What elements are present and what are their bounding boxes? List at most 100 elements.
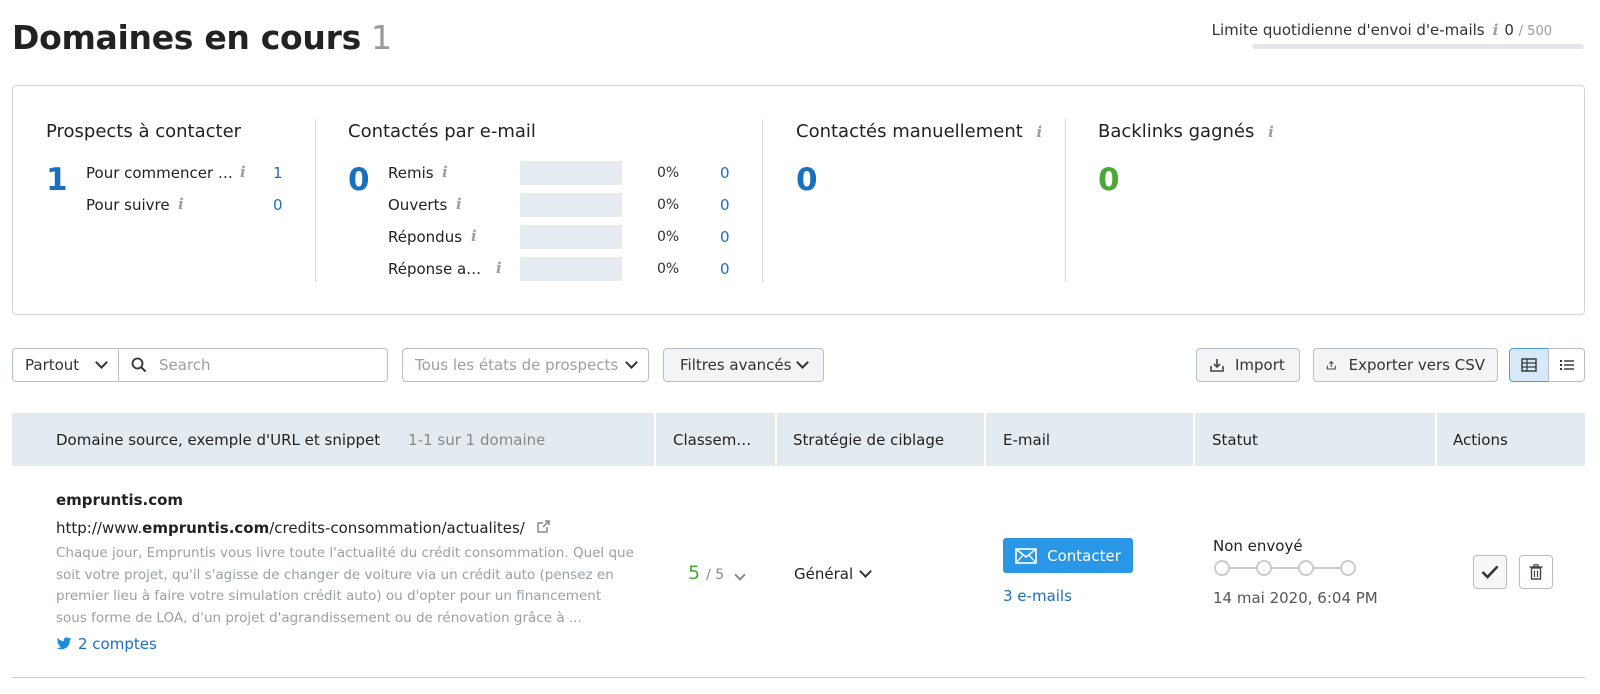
advanced-filters-button[interactable]: Filtres avancés <box>663 348 824 382</box>
backlinks-title-text: Backlinks gagnés <box>1098 121 1255 142</box>
social-accounts-link[interactable]: 2 comptes <box>56 635 157 653</box>
url-domain: empruntis.com <box>142 519 270 537</box>
divider <box>775 413 777 466</box>
info-icon[interactable]: i <box>1268 123 1274 141</box>
rank-selector[interactable]: 5 / 5 <box>688 562 746 584</box>
trash-icon <box>1529 564 1543 580</box>
opened-value[interactable]: 0 <box>720 196 730 214</box>
auto-reply-percent: 0% <box>657 261 680 277</box>
scope-dropdown-label: Partout <box>25 356 80 374</box>
chevron-down-icon <box>734 569 746 581</box>
prospects-total[interactable]: 1 <box>46 162 68 198</box>
manual-total[interactable]: 0 <box>796 162 818 198</box>
daily-email-limit: Limite quotidienne d'envoi d'e-mails i 0 /… <box>1211 21 1552 39</box>
column-actions: Actions <box>1453 430 1508 449</box>
import-label: Import <box>1235 356 1285 374</box>
stat-label-start: Pour commencer … <box>86 164 233 182</box>
info-icon[interactable]: i <box>178 195 184 213</box>
status-progress-line <box>1228 567 1342 569</box>
status-step <box>1214 560 1230 576</box>
replied-percent: 0% <box>657 229 680 245</box>
info-icon[interactable]: i <box>442 163 448 181</box>
url-prefix: http://www. <box>56 519 143 537</box>
page-title: Domaines en cours 1 <box>12 18 392 57</box>
export-csv-button[interactable]: Exporter vers CSV <box>1313 348 1498 382</box>
prospects-title: Prospects à contacter <box>46 121 242 142</box>
import-button[interactable]: Import <box>1196 348 1300 382</box>
column-email[interactable]: E-mail <box>1003 413 1050 466</box>
stat-label-followup: Pour suivre <box>86 196 170 214</box>
emails-link[interactable]: 3 e-mails <box>1003 587 1072 605</box>
daily-limit-used: 0 <box>1504 21 1514 39</box>
prospect-states-label: Tous les états de prospects <box>415 356 619 374</box>
upload-icon <box>1326 360 1336 370</box>
strategy-label: Général <box>794 565 854 583</box>
auto-reply-progress-bar <box>520 257 622 281</box>
stat-value-followup[interactable]: 0 <box>273 196 283 214</box>
row-url[interactable]: http://www.empruntis.com/credits-consomm… <box>56 519 551 537</box>
manual-title-text: Contactés manuellement <box>796 121 1023 142</box>
divider <box>654 413 656 466</box>
column-status[interactable]: Statut <box>1212 413 1258 466</box>
mark-done-button[interactable] <box>1473 555 1507 589</box>
search-input[interactable]: Search <box>118 348 388 382</box>
chevron-down-icon <box>95 356 108 369</box>
info-icon[interactable]: i <box>240 163 246 181</box>
column-rank[interactable]: Classem… <box>673 413 751 466</box>
rank-value: 5 <box>688 562 701 584</box>
status-step <box>1340 560 1356 576</box>
url-path: /credits-consommation/actualites/ <box>269 519 525 537</box>
stat-value-start[interactable]: 1 <box>273 164 283 182</box>
divider <box>762 119 763 282</box>
status-date: 14 mai 2020, 6:04 PM <box>1213 589 1378 607</box>
info-icon[interactable]: i <box>456 195 462 213</box>
email-label-replied: Répondus <box>388 228 463 246</box>
list-icon <box>1559 360 1574 370</box>
column-source-label: Domaine source, exemple d'URL et snippet <box>56 430 381 449</box>
info-icon[interactable]: i <box>1037 123 1043 141</box>
auto-reply-value[interactable]: 0 <box>720 260 730 278</box>
contact-button[interactable]: Contacter <box>1003 538 1133 573</box>
prospect-states-dropdown[interactable]: Tous les états de prospects <box>402 348 649 382</box>
chevron-down-icon <box>859 565 872 578</box>
domain-count-range: 1-1 sur 1 domaine <box>408 430 546 449</box>
divider <box>1065 119 1066 282</box>
search-placeholder: Search <box>159 356 211 374</box>
contact-label: Contacter <box>1047 546 1121 565</box>
info-icon[interactable]: i <box>471 227 477 245</box>
rank-max: / 5 <box>706 567 725 583</box>
daily-limit-progress <box>1252 44 1584 49</box>
list-view-toggle[interactable] <box>1548 348 1585 382</box>
row-domain[interactable]: empruntis.com <box>56 491 183 509</box>
opened-progress-bar <box>520 193 622 217</box>
domain-count: 1 <box>370 18 392 57</box>
external-link-icon[interactable] <box>536 519 551 534</box>
column-strategy[interactable]: Stratégie de ciblage <box>793 413 944 466</box>
opened-percent: 0% <box>657 197 680 213</box>
backlinks-total[interactable]: 0 <box>1098 162 1120 198</box>
row-divider <box>12 677 1585 678</box>
status-step <box>1256 560 1272 576</box>
delivered-progress-bar <box>520 161 622 185</box>
email-label-opened: Ouverts <box>388 196 448 214</box>
status-progress <box>1214 560 1356 576</box>
replied-value[interactable]: 0 <box>720 228 730 246</box>
replied-progress-bar <box>520 225 622 249</box>
export-csv-label: Exporter vers CSV <box>1348 356 1485 374</box>
search-icon <box>131 357 147 373</box>
targeting-strategy-dropdown[interactable]: Général <box>794 565 872 583</box>
email-total[interactable]: 0 <box>348 162 370 198</box>
table-view-toggle[interactable] <box>1509 348 1549 382</box>
column-source[interactable]: Domaine source, exemple d'URL et snippet… <box>56 413 545 466</box>
chevron-down-icon <box>796 356 809 369</box>
scope-dropdown[interactable]: Partout <box>12 348 119 382</box>
delivered-value[interactable]: 0 <box>720 164 730 182</box>
daily-limit-total: 500 <box>1527 24 1552 39</box>
checkmark-icon <box>1481 565 1499 579</box>
info-icon[interactable]: i <box>496 259 502 277</box>
delete-button[interactable] <box>1519 555 1553 589</box>
advanced-filters-label: Filtres avancés <box>680 356 792 374</box>
twitter-icon <box>56 637 72 650</box>
info-icon[interactable]: i <box>1493 21 1499 39</box>
chevron-down-icon <box>625 356 638 369</box>
